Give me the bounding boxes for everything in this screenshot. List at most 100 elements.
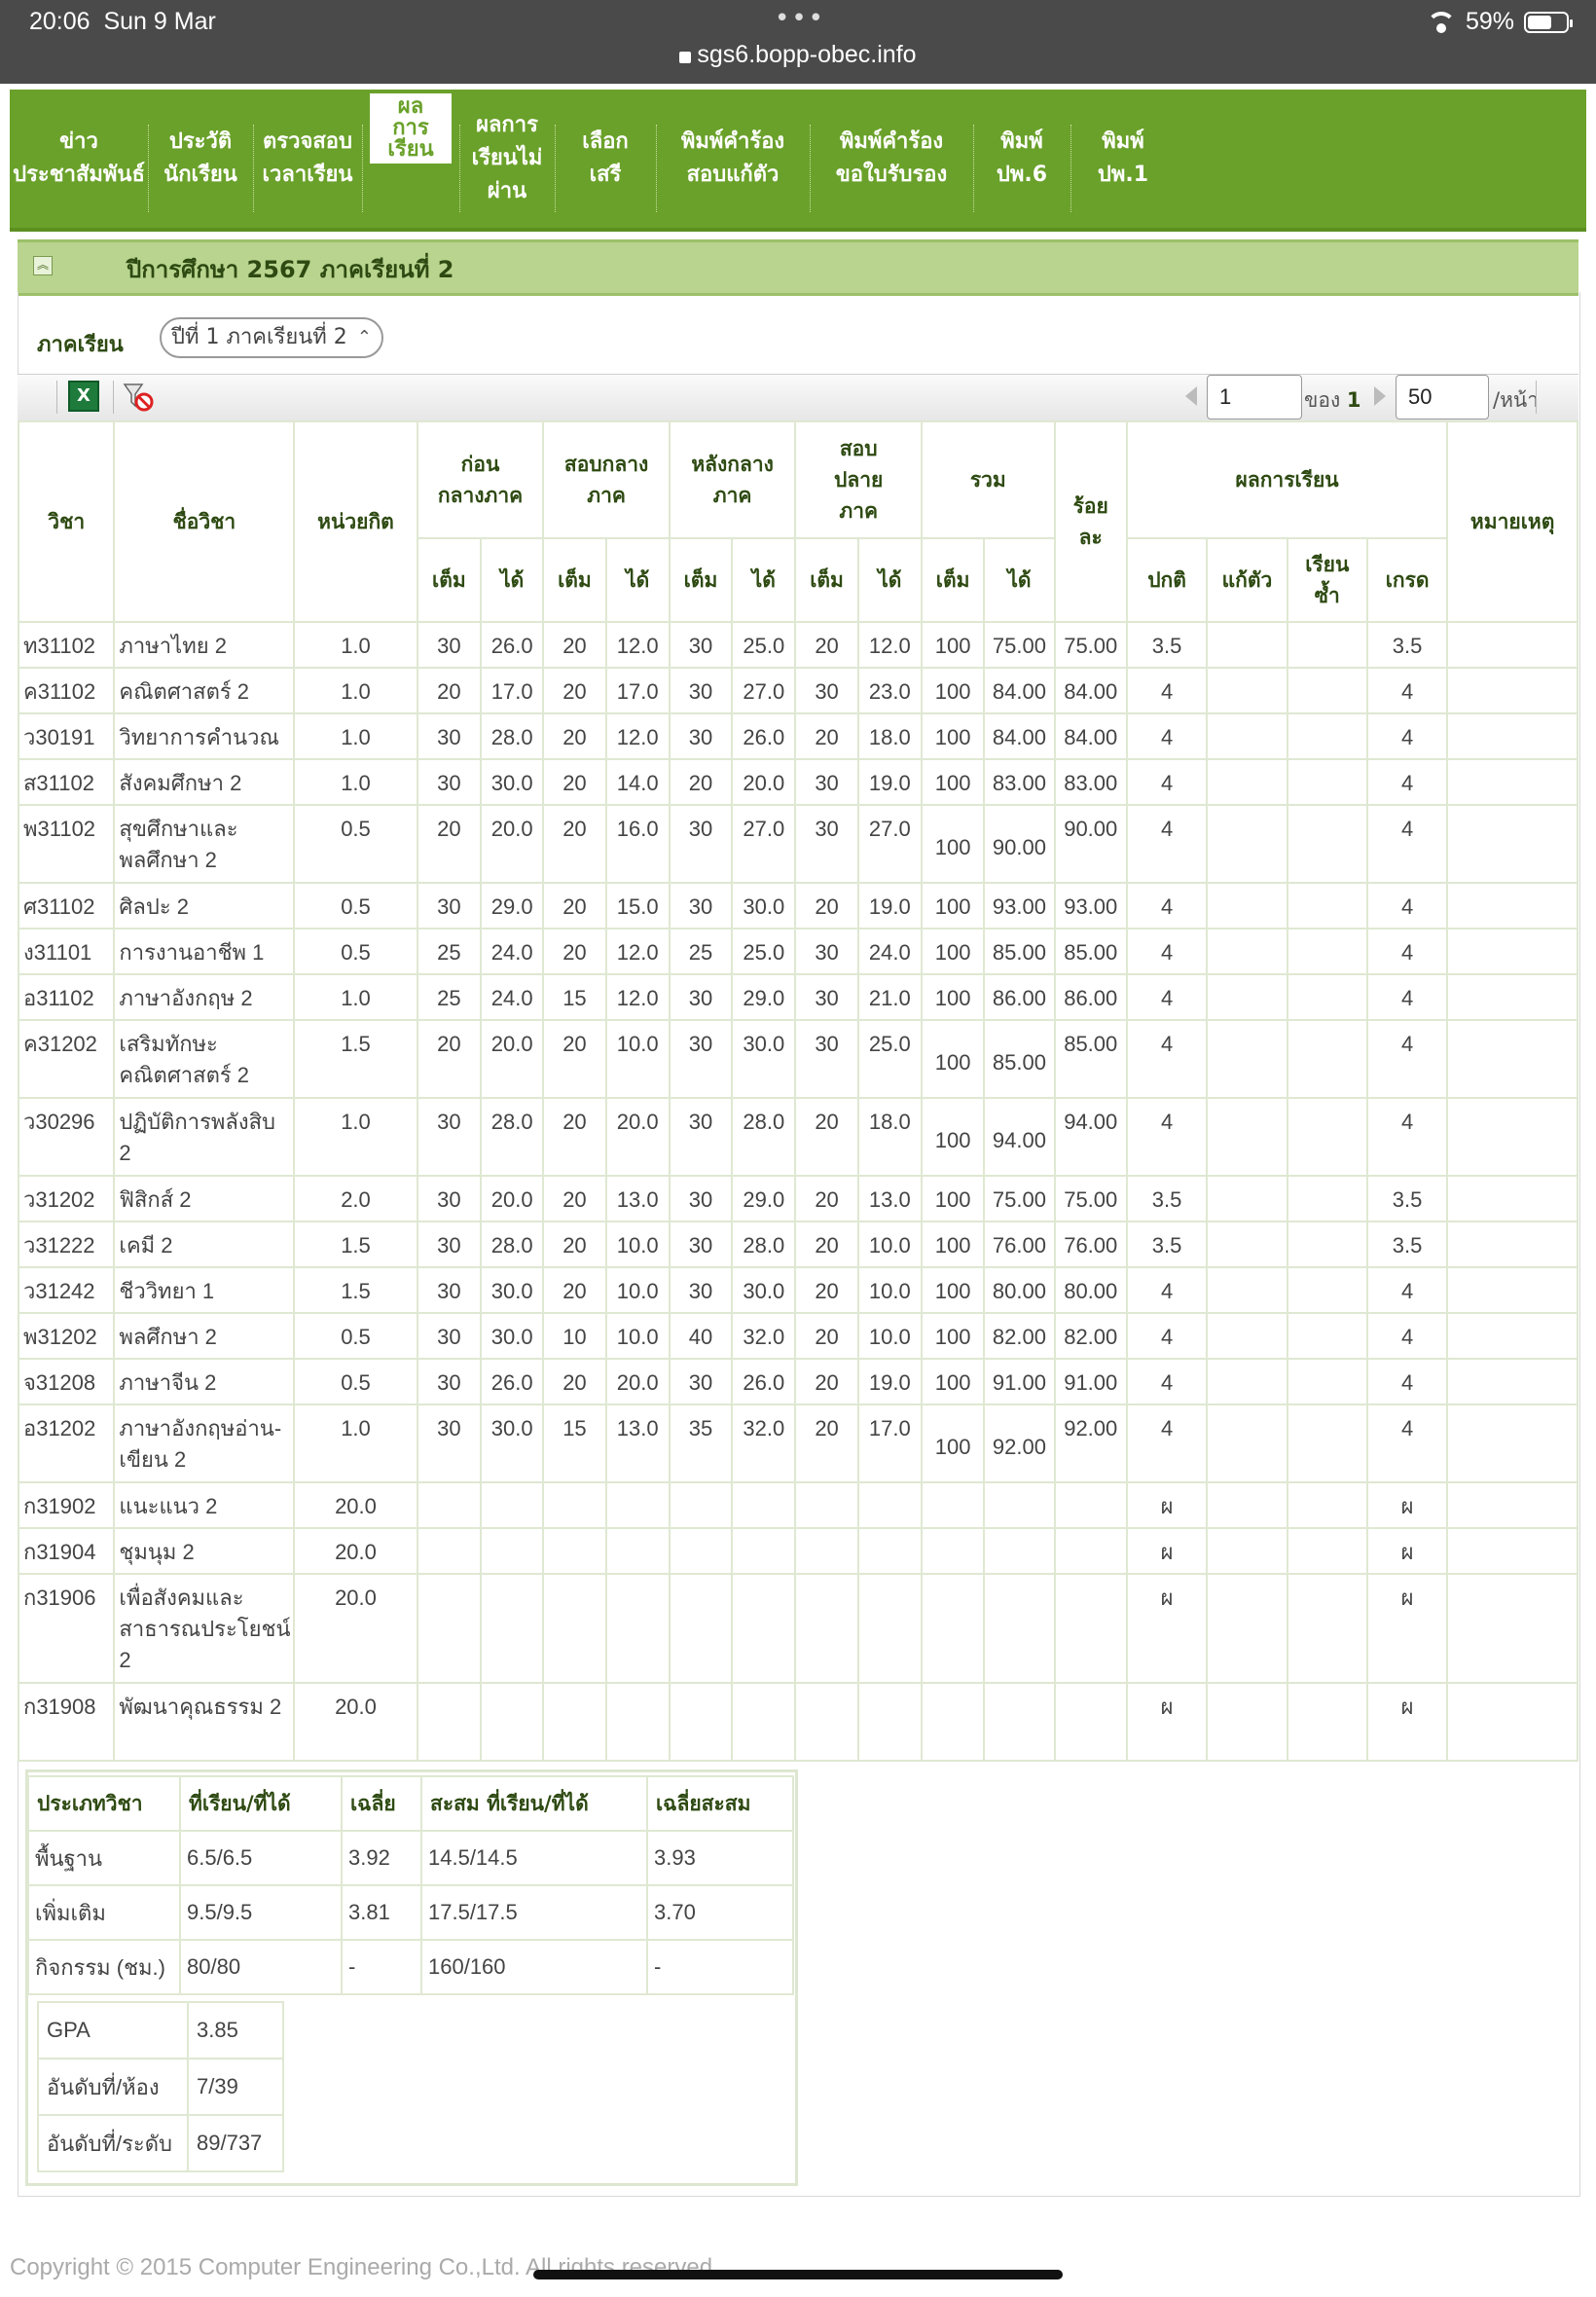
summary-header: เฉลี่ย	[341, 1775, 422, 1832]
table-row: จ31208 ภาษาจีน 2 0.5 30 26.0 20 20.0 30 26.0 20 19…	[17, 1358, 1578, 1405]
cell-retest	[1206, 1404, 1288, 1483]
nav-item-6[interactable]: พิมพ์คำร้อง สอบแก้ตัว	[656, 90, 810, 228]
cell-percent: 86.00	[1053, 973, 1128, 1021]
cell-remark	[1446, 1527, 1578, 1575]
battery-percent: 59%	[1465, 8, 1514, 35]
sub-repeat: เรียน ซ้ำ	[1286, 537, 1368, 623]
cell-score: 20	[542, 882, 607, 930]
clear-filter-icon[interactable]	[121, 381, 156, 414]
cell-score	[794, 1573, 859, 1684]
cell-percent	[1053, 1527, 1128, 1575]
collapse-icon[interactable]: ︽	[33, 256, 53, 275]
cell-percent	[1053, 1481, 1128, 1529]
year-title: ปีการศึกษา 2567 ภาคเรียนที่ 2	[127, 256, 454, 283]
cell-credit: 1.5	[293, 1221, 418, 1268]
nav-item-3[interactable]: ผล การ เรียน	[370, 93, 452, 164]
next-page-icon[interactable]	[1374, 386, 1386, 406]
cell-retest	[1206, 621, 1288, 669]
cell-total-full: 100	[920, 1175, 986, 1222]
excel-export-icon[interactable]: X	[68, 381, 99, 412]
cell-score	[731, 1527, 797, 1575]
cell-retest	[1206, 1097, 1288, 1177]
cell-percent: 90.00	[1053, 804, 1128, 884]
cell-grade: 4	[1365, 1358, 1449, 1405]
cell-score: 17.0	[480, 667, 545, 714]
home-indicator[interactable]	[533, 2270, 1063, 2279]
cell-normal: ผ	[1125, 1573, 1209, 1684]
nav-item-8[interactable]: พิมพ์ ปพ.6	[973, 90, 1070, 228]
cell-retest	[1206, 1266, 1288, 1314]
cell-score: 10.0	[604, 1019, 671, 1099]
cell-score	[668, 1573, 734, 1684]
cell-remark	[1446, 973, 1578, 1021]
cell-score: 30	[416, 1221, 483, 1268]
cell-score: 27.0	[856, 804, 923, 884]
cell-score: 21.0	[856, 973, 923, 1021]
cell-retest	[1206, 667, 1288, 714]
summary-cell: พื้นฐาน	[27, 1830, 181, 1886]
cell-score: 14.0	[604, 758, 671, 806]
cell-name: แนะแนว 2	[113, 1481, 296, 1529]
cell-grade: 3.5	[1365, 1175, 1449, 1222]
cell-total-full: 100	[920, 712, 986, 760]
nav-item-2[interactable]: ตรวจสอบ เวลาเรียน	[253, 90, 362, 228]
cell-remark	[1446, 1175, 1578, 1222]
cell-name: ภาษาไทย 2	[113, 621, 296, 669]
cell-score: 20	[794, 621, 859, 669]
more-dots-icon[interactable]: •••	[775, 4, 825, 33]
cell-remark	[1446, 621, 1578, 669]
nav-item-9[interactable]: พิมพ์ ปพ.1	[1070, 90, 1176, 228]
cell-repeat	[1286, 1221, 1368, 1268]
col-before-mid: ก่อน กลางภาค	[416, 420, 545, 539]
cell-total-got	[983, 1573, 1056, 1684]
cell-total-got: 90.00	[983, 804, 1056, 884]
semester-label: ภาคเรียน	[37, 333, 124, 357]
cell-name: คณิตศาสตร์ 2	[113, 667, 296, 714]
page-size-input[interactable]: 50	[1396, 375, 1489, 419]
nav-item-1[interactable]: ประวัติ นักเรียน	[148, 90, 253, 228]
summary-header: ที่เรียน/ที่ได้	[179, 1775, 343, 1832]
cell-score: 24.0	[480, 928, 545, 975]
cell-score: 18.0	[856, 712, 923, 760]
cell-name: การงานอาชีพ 1	[113, 928, 296, 975]
cell-score: 20	[542, 667, 607, 714]
cell-grade: 4	[1365, 758, 1449, 806]
cell-score: 26.0	[480, 1358, 545, 1405]
col-total: รวม	[920, 420, 1056, 539]
nav-item-4[interactable]: ผลการ เรียนไม่ ผ่าน	[459, 90, 555, 228]
cell-score: 10.0	[856, 1266, 923, 1314]
nav-item-0[interactable]: ข่าว ประชาสัมพันธ์	[10, 90, 148, 228]
cell-code: พ31102	[17, 804, 116, 884]
cell-score	[542, 1682, 607, 1762]
cell-total-got: 82.00	[983, 1312, 1056, 1360]
cell-grade: ผ	[1365, 1527, 1449, 1575]
cell-normal: 3.5	[1125, 621, 1209, 669]
nav-item-5[interactable]: เลือก เสรี	[555, 90, 656, 228]
table-row: ง31101 การงานอาชีพ 1 0.5 25 24.0 20 12.0 25 25.0…	[17, 928, 1578, 975]
table-row: ว30296 ปฏิบัติการพลังสิบ 2 1.0 30 28.0 20 20.0…	[17, 1097, 1578, 1177]
cell-credit: 20.0	[293, 1682, 418, 1762]
cell-credit: 20.0	[293, 1573, 418, 1684]
cell-score: 30	[668, 621, 734, 669]
cell-repeat	[1286, 882, 1368, 930]
cell-score	[604, 1573, 671, 1684]
cell-score: 30	[416, 882, 483, 930]
cell-score: 20	[416, 667, 483, 714]
cell-grade: 3.5	[1365, 621, 1449, 669]
semester-select[interactable]: ปีที่ 1 ภาคเรียนที่ 2 ⌃	[160, 317, 383, 358]
cell-score: 20	[794, 882, 859, 930]
cell-name: ภาษาจีน 2	[113, 1358, 296, 1405]
cell-score: 30	[668, 712, 734, 760]
cell-score: 20	[542, 712, 607, 760]
address-bar[interactable]: sgs6.bopp-obec.info	[0, 41, 1596, 69]
cell-remark	[1446, 1097, 1578, 1177]
prev-page-icon[interactable]	[1185, 386, 1197, 406]
summary-cell: 3.92	[341, 1830, 422, 1886]
page-number-input[interactable]: 1	[1207, 375, 1302, 419]
nav-item-7[interactable]: พิมพ์คำร้อง ขอใบรับรอง	[810, 90, 973, 228]
cell-score: 30	[668, 1097, 734, 1177]
cell-repeat	[1286, 621, 1368, 669]
cell-name: เสริมทักษะคณิตศาสตร์ 2	[113, 1019, 296, 1099]
table-row: ก31902 แนะแนว 2 20.0 ผ ผ	[17, 1481, 1578, 1529]
cell-credit: 1.0	[293, 758, 418, 806]
